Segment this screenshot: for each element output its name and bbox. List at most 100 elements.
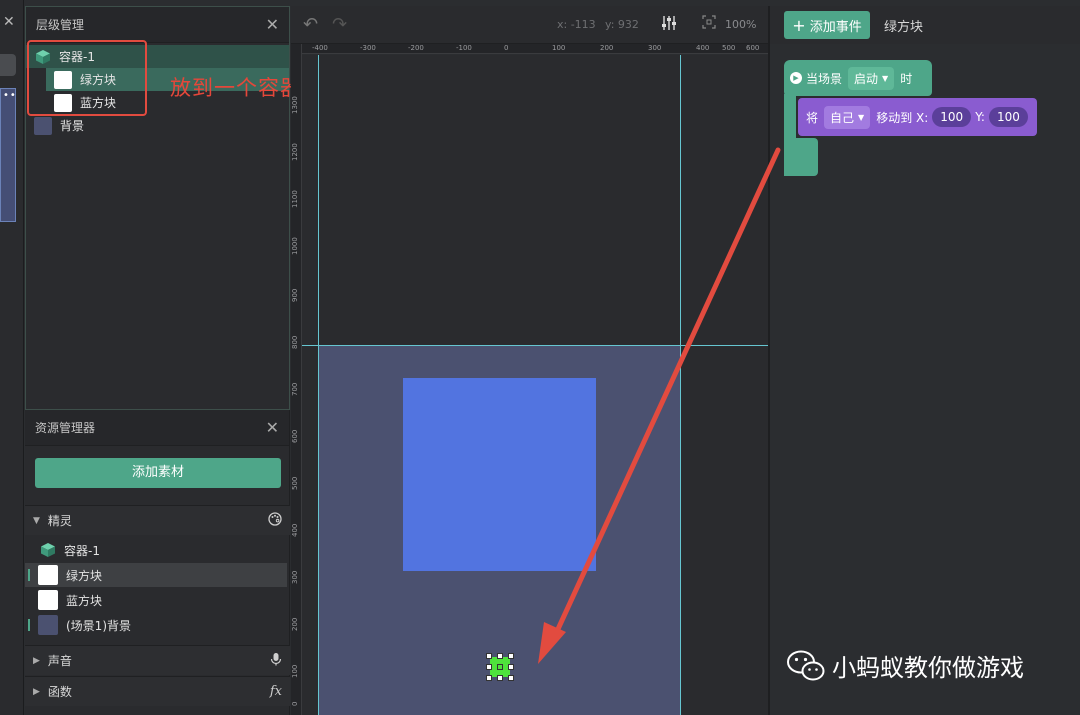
ruler-label: -100	[456, 44, 472, 52]
sliders-icon[interactable]	[661, 15, 677, 35]
microphone-icon[interactable]	[270, 652, 282, 670]
ruler-label: 800	[291, 335, 299, 349]
undo-icon[interactable]: ↶	[303, 14, 318, 35]
add-asset-button[interactable]: 添加素材	[35, 458, 281, 488]
ruler-label: 300	[291, 570, 299, 584]
layer-item-background[interactable]: 背景	[26, 114, 289, 137]
resize-handle[interactable]	[508, 675, 514, 681]
pivot-handle[interactable]	[497, 664, 503, 670]
dropdown-value: 自己	[830, 110, 855, 125]
scene-tab-handle[interactable]	[0, 54, 16, 76]
ruler-label: 0	[504, 44, 509, 52]
ruler-label: 600	[291, 429, 299, 443]
scene-event-dropdown[interactable]: 启动 ▼	[848, 66, 895, 90]
wechat-icon	[787, 650, 825, 680]
more-icon[interactable]: ••	[3, 90, 17, 101]
hat-suffix: 时	[900, 71, 913, 86]
resize-handle[interactable]	[497, 653, 503, 659]
close-icon[interactable]: ✕	[3, 14, 15, 30]
ruler-label: -400	[312, 44, 328, 52]
section-label: 精灵	[47, 514, 72, 528]
asset-item-background[interactable]: (场景1)背景	[25, 613, 287, 637]
asset-item-container[interactable]: 容器-1	[25, 538, 287, 562]
event-stack-foot[interactable]	[784, 138, 818, 176]
collapse-triangle-icon: ▶	[33, 686, 40, 697]
section-label: 声音	[47, 654, 72, 668]
ruler-label: 500	[722, 44, 736, 52]
asset-panel: 资源管理器 ✕ 添加素材 ▼ 精灵 容器-1 绿方块 蓝方块 (场景1)背景 ▶…	[25, 410, 290, 715]
ruler-label: -200	[408, 44, 424, 52]
add-event-label: 添加事件	[809, 19, 862, 35]
asset-panel-title: 资源管理器	[35, 421, 96, 435]
ruler-label: 300	[648, 44, 662, 52]
ruler-label: 700	[291, 382, 299, 396]
scene-thumbnail[interactable]	[0, 88, 16, 222]
resize-handle[interactable]	[486, 664, 492, 670]
layer-panel-title: 层级管理	[36, 18, 85, 32]
collapse-triangle-icon: ▼	[33, 515, 40, 526]
when-scene-start-block[interactable]: ▶ 当场景 启动 ▼ 时	[784, 60, 932, 96]
guide-line	[302, 345, 768, 346]
layer-item-label: 背景	[60, 119, 85, 133]
fit-screen-icon[interactable]	[702, 15, 716, 33]
collapsed-scene-panel: ✕ ••	[0, 0, 24, 715]
white-swatch-icon	[38, 565, 58, 585]
event-target-name: 绿方块	[884, 19, 924, 35]
annotation-highlight-box	[27, 40, 147, 116]
ruler-label: 400	[291, 523, 299, 537]
move-to-block[interactable]: 将 自己 ▼ 移动到 X: 100 Y: 100	[798, 98, 1037, 136]
scene-canvas[interactable]	[302, 55, 768, 715]
move-action: 移动到 X:	[876, 110, 929, 125]
background-swatch-icon	[34, 116, 52, 135]
section-sprites[interactable]: ▼ 精灵	[25, 505, 290, 535]
event-canvas[interactable]: ▶ 当场景 启动 ▼ 时 将 自己 ▼ 移动到 X: 100 Y: 100	[770, 44, 1080, 715]
ruler-label: 500	[291, 476, 299, 490]
zoom-level[interactable]: 100%	[725, 18, 756, 31]
x-value-input[interactable]: 100	[932, 107, 972, 127]
redo-icon[interactable]: ↷	[332, 14, 347, 35]
ruler-label: 1200	[291, 143, 299, 161]
resize-handle[interactable]	[486, 653, 492, 659]
move-target-dropdown[interactable]: 自己 ▼	[824, 105, 871, 129]
move-prefix: 将	[806, 110, 819, 125]
asset-item-blue-block[interactable]: 蓝方块	[25, 588, 287, 612]
ruler-label: 1100	[291, 190, 299, 208]
asset-item-green-block[interactable]: 绿方块	[25, 563, 287, 587]
blue-block-sprite[interactable]	[403, 378, 596, 571]
ruler-label: 200	[291, 617, 299, 631]
ruler-label: 400	[696, 44, 710, 52]
cube-icon	[41, 543, 55, 557]
asset-item-label: 绿方块	[66, 568, 103, 583]
section-functions[interactable]: ▶ 函数 fx	[25, 676, 290, 706]
collapse-triangle-icon: ▶	[33, 655, 40, 666]
watermark: 小蚂蚁教你做游戏	[786, 648, 1024, 683]
ruler-label: 600	[746, 44, 760, 52]
event-toolbar: + 添加事件 绿方块	[770, 6, 1080, 44]
cursor-x-readout: x: -113	[557, 18, 596, 31]
asset-item-label: (场景1)背景	[66, 618, 131, 633]
green-block-sprite-selected[interactable]	[486, 653, 514, 681]
close-icon[interactable]: ✕	[266, 418, 279, 437]
function-icon[interactable]: fx	[270, 684, 282, 699]
asset-item-label: 容器-1	[64, 543, 100, 558]
section-sound[interactable]: ▶ 声音	[25, 645, 290, 675]
palette-icon[interactable]	[268, 511, 282, 530]
ruler-label: 200	[600, 44, 614, 52]
guide-line	[318, 55, 319, 715]
section-label: 函数	[47, 685, 72, 699]
ruler-label: 0	[291, 701, 299, 706]
add-event-button[interactable]: + 添加事件	[784, 11, 870, 39]
white-swatch-icon	[38, 590, 58, 610]
close-icon[interactable]: ✕	[266, 15, 279, 34]
caret-down-icon: ▼	[858, 112, 865, 122]
resize-handle[interactable]	[486, 675, 492, 681]
play-icon: ▶	[790, 72, 802, 84]
caret-down-icon: ▼	[882, 73, 889, 83]
y-value-input[interactable]: 100	[988, 107, 1028, 127]
watermark-text: 小蚂蚁教你做游戏	[832, 654, 1024, 682]
editor-window: ✕ •• 层级管理 ✕ 容器-1 绿方块 蓝方块 背景 放到一个容器下 资源管理…	[0, 0, 1080, 715]
resize-handle[interactable]	[508, 653, 514, 659]
resize-handle[interactable]	[508, 664, 514, 670]
asset-panel-header: 资源管理器 ✕	[25, 410, 289, 446]
resize-handle[interactable]	[497, 675, 503, 681]
